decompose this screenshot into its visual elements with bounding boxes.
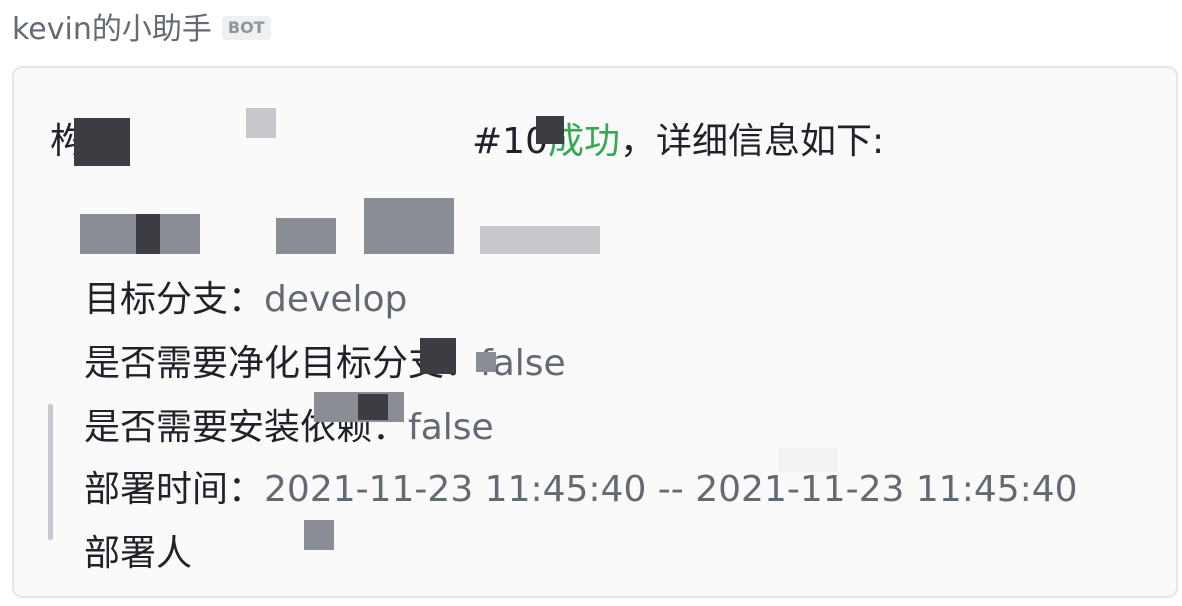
redaction-mosaic: [364, 198, 454, 254]
quote-bar: [48, 404, 53, 540]
title-suffix: ，详细信息如下:: [620, 121, 885, 162]
redaction-mosaic: [420, 338, 456, 374]
row-value: 2021-11-23 11:45:40 -- 2021-11-23 11:45:…: [264, 469, 1078, 510]
redaction-mosaic: [480, 226, 600, 254]
redaction-mosaic: [74, 118, 130, 166]
redaction-mosaic: [246, 108, 276, 138]
row-deployer: 部署人: [84, 524, 192, 576]
redaction-mosaic: [276, 218, 336, 254]
redaction-mosaic: [304, 520, 334, 550]
row-deploy-time: 部署时间：2021-11-23 11:45:40 -- 2021-11-23 1…: [84, 460, 1078, 512]
row-label: 部署时间：: [84, 469, 265, 510]
message-card: 构建#10成功，详细信息如下: 项 目标分支：develop 是否需要净化目标分…: [12, 66, 1178, 598]
row-target-branch: 目标分支：develop: [84, 270, 407, 322]
row-value: false: [408, 407, 494, 448]
chat-message: kevin的小助手 BOT 构建#10成功，详细信息如下: 项 目标分支：dev…: [0, 0, 1182, 606]
sender-name[interactable]: kevin的小助手: [12, 4, 212, 48]
redaction-mosaic: [536, 116, 564, 144]
redaction-mosaic: [778, 448, 838, 472]
card-title: 构建#10成功，详细信息如下:: [50, 112, 884, 164]
redaction-mosaic: [476, 352, 496, 372]
redaction-mosaic: [358, 394, 388, 420]
message-header: kevin的小助手 BOT: [12, 4, 271, 48]
row-label: 目标分支：: [84, 279, 265, 320]
row-label: 部署人: [84, 533, 193, 574]
row-install-deps: 是否需要安装依赖：false: [84, 398, 494, 450]
bot-badge: BOT: [221, 16, 271, 40]
row-value: develop: [264, 279, 408, 320]
redaction-mosaic: [136, 214, 160, 254]
